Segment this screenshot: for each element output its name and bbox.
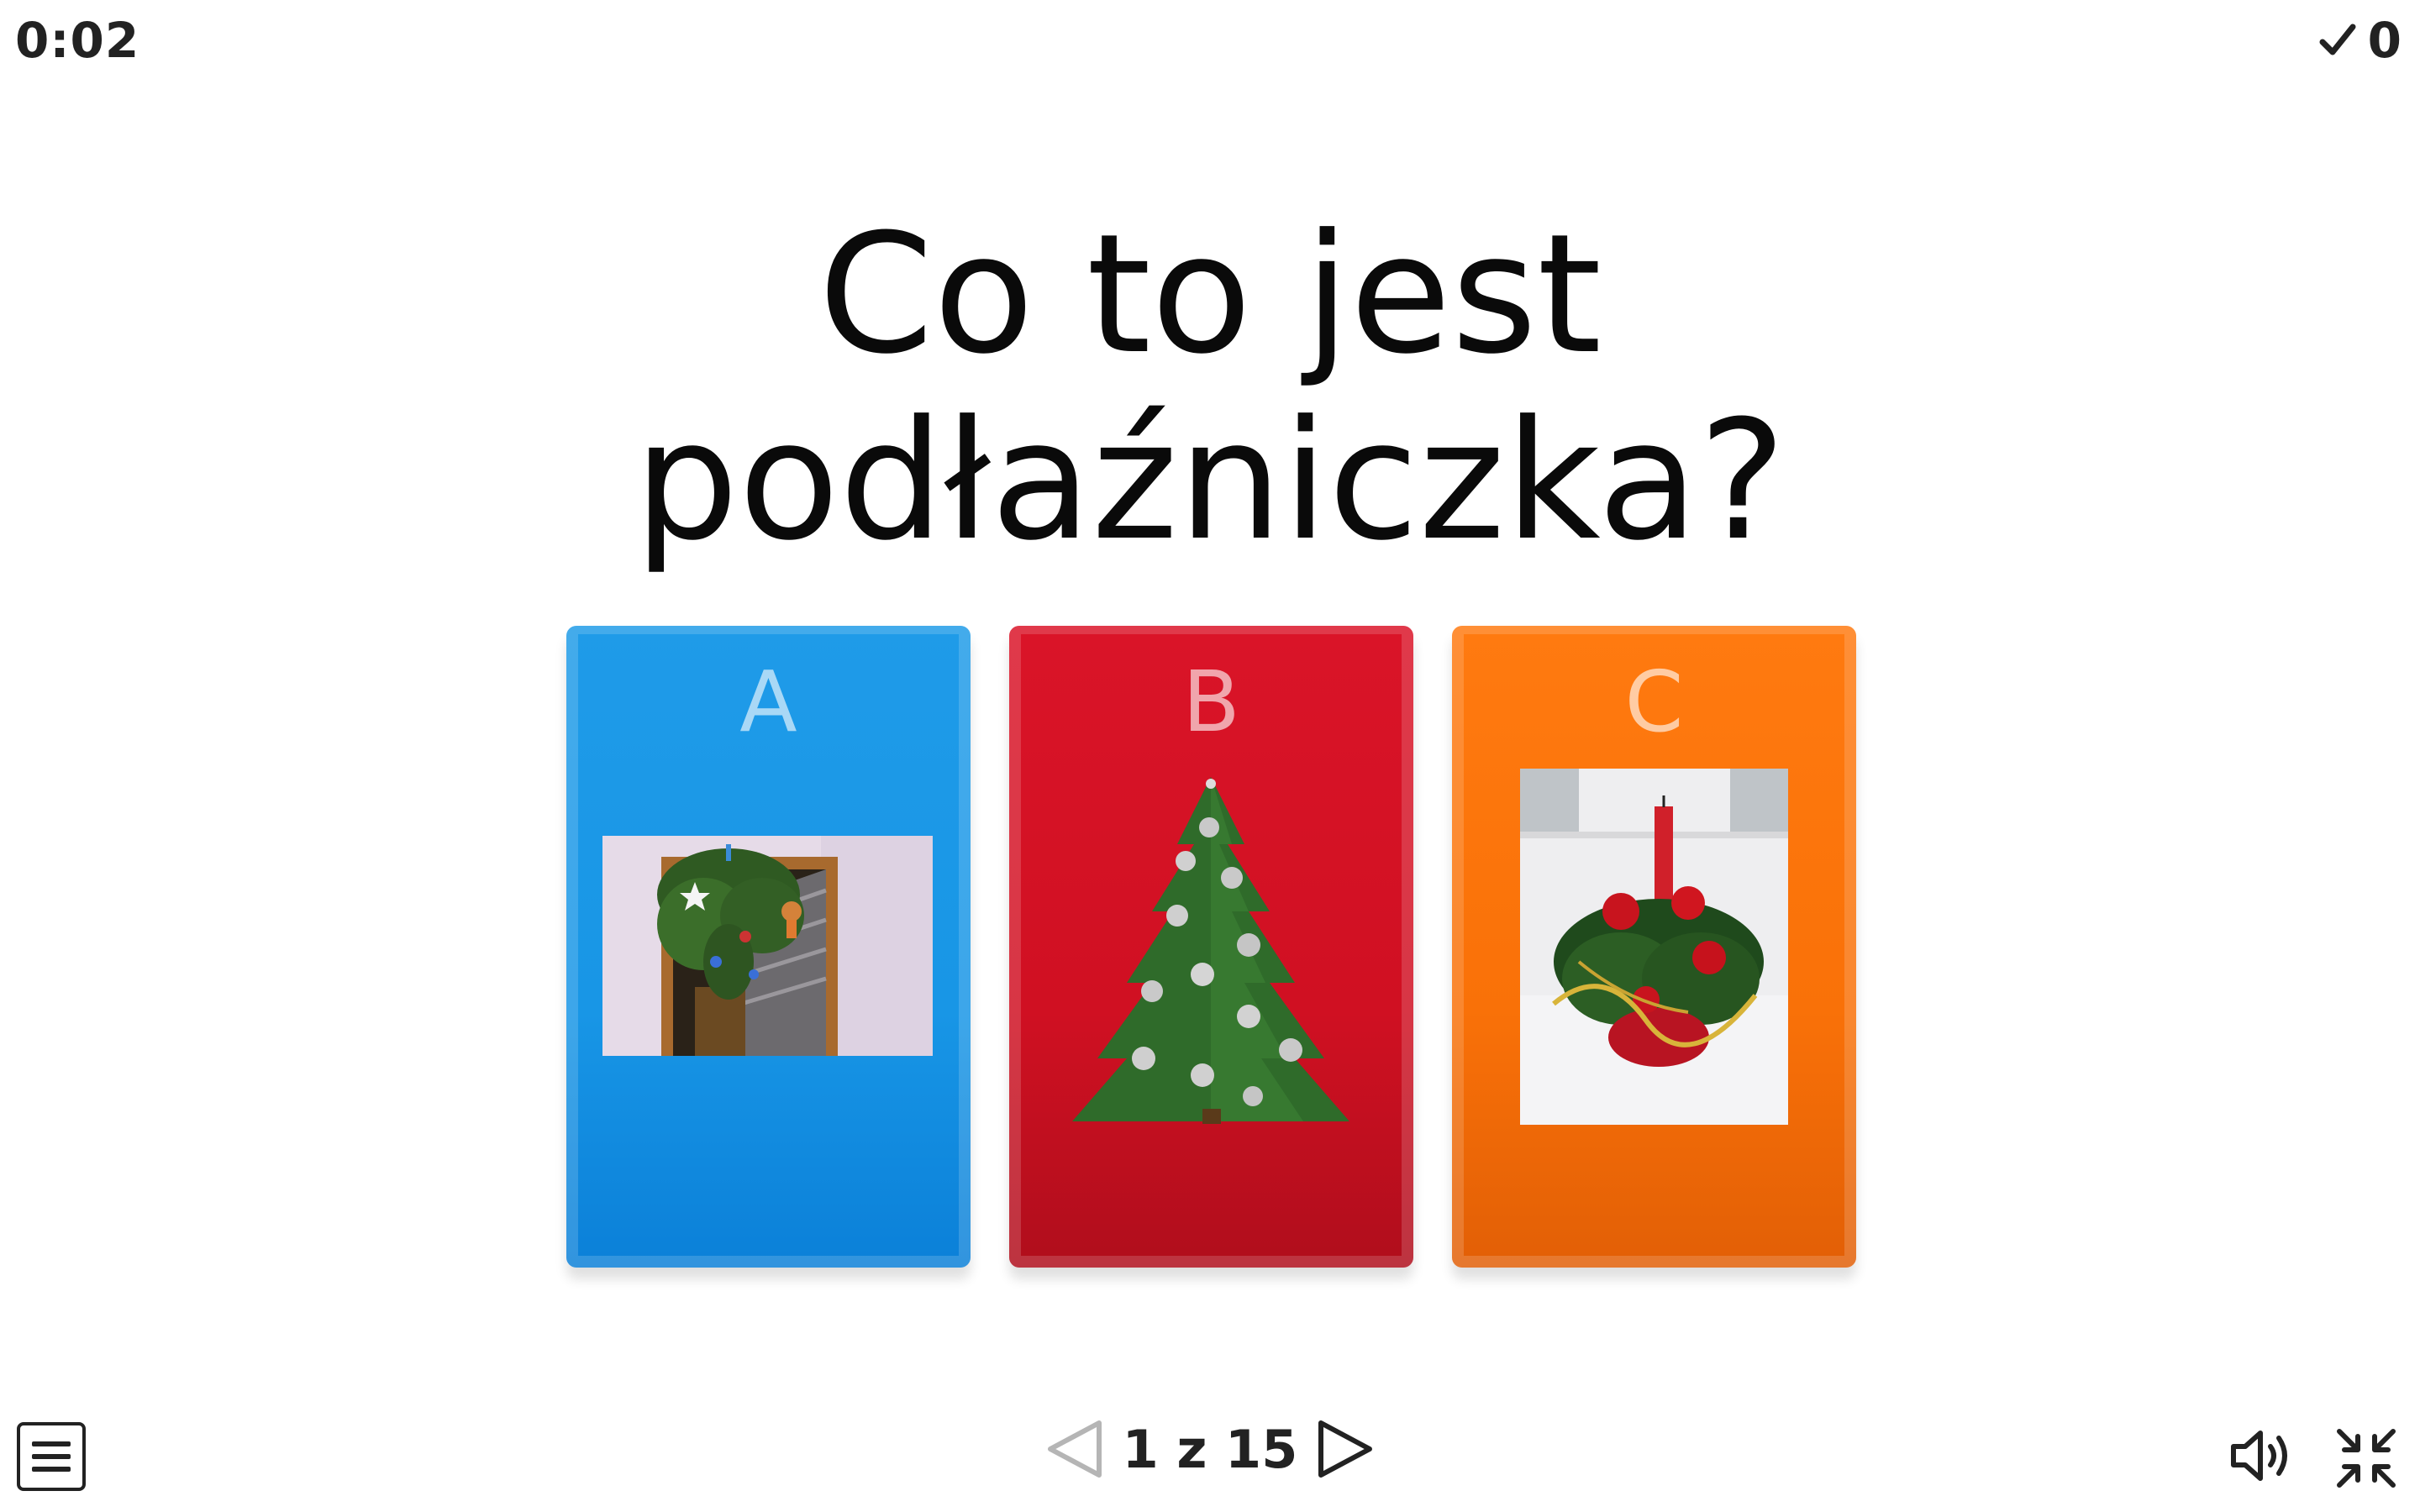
exit-fullscreen-icon [2337, 1429, 2396, 1488]
answer-card-a[interactable]: A [566, 626, 971, 1268]
speaker-icon [2231, 1431, 2287, 1481]
question-line-1: Co to jest [818, 199, 1602, 391]
exit-fullscreen-button[interactable] [2334, 1426, 2398, 1494]
answer-card-c[interactable]: C [1452, 626, 1856, 1268]
score-display: 0 [2319, 12, 2402, 69]
pagination: 1 z 15 [0, 1418, 2420, 1480]
answer-letter-c: C [1624, 653, 1684, 751]
answer-cards: A B C [566, 626, 1856, 1268]
timer: 0:02 [15, 12, 140, 69]
question-title: Co to jest podłaźniczka? [0, 202, 2420, 575]
next-button[interactable] [1316, 1418, 1376, 1480]
page-indicator: 1 z 15 [1122, 1418, 1298, 1480]
quiz-page: 0:02 0 Co to jest podłaźniczka? A B C 1 … [0, 0, 2420, 1512]
previous-button[interactable] [1044, 1418, 1104, 1480]
question-line-2: podłaźniczka? [634, 386, 1786, 577]
hanging-decorated-branch-photo [602, 836, 933, 1056]
answer-card-b[interactable]: B [1009, 626, 1413, 1268]
christmas-tree-image [1072, 777, 1349, 1124]
triangle-right-icon [1318, 1420, 1373, 1478]
check-icon [2319, 24, 2356, 55]
candle-centerpiece-photo [1520, 769, 1788, 1125]
answer-letter-b: B [1182, 653, 1240, 751]
sound-button[interactable] [2228, 1426, 2296, 1488]
answer-letter-a: A [739, 653, 797, 751]
triangle-left-icon [1047, 1420, 1102, 1478]
score-value: 0 [2367, 12, 2402, 69]
